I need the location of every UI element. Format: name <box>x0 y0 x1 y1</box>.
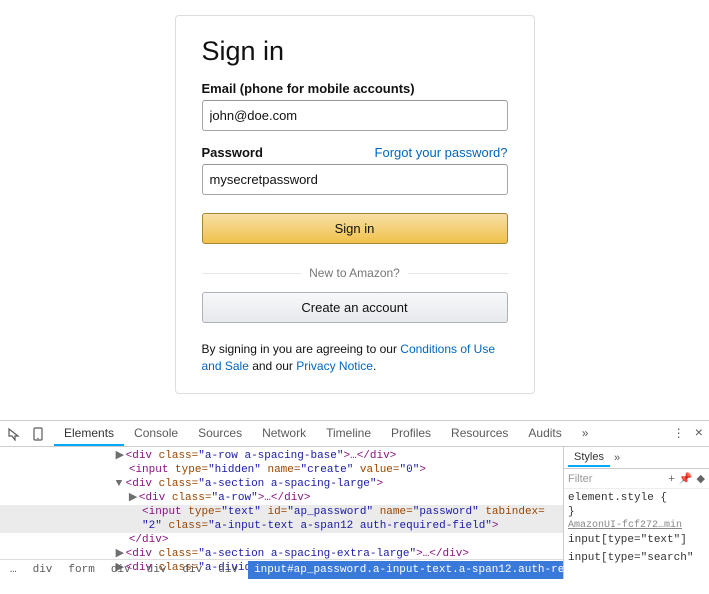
password-label: Password <box>202 145 263 160</box>
styles-tab[interactable]: Styles <box>568 449 610 467</box>
password-input[interactable] <box>202 164 508 195</box>
signin-button[interactable]: Sign in <box>202 213 508 244</box>
email-label: Email (phone for mobile accounts) <box>202 81 508 96</box>
signin-title: Sign in <box>202 36 508 67</box>
email-input[interactable] <box>202 100 508 131</box>
dom-line[interactable]: </div> <box>0 533 563 547</box>
tab-timeline[interactable]: Timeline <box>316 422 381 446</box>
password-label-row: Password Forgot your password? <box>202 145 508 164</box>
stylesheet-source[interactable]: AmazonUI-fcf272…min <box>568 519 705 533</box>
forgot-password-link[interactable]: Forgot your password? <box>375 145 508 160</box>
tabs-overflow-icon[interactable]: » <box>572 422 599 446</box>
tab-audits[interactable]: Audits <box>518 422 571 446</box>
tab-sources[interactable]: Sources <box>188 422 252 446</box>
tab-resources[interactable]: Resources <box>441 422 518 446</box>
styles-panel: Styles » Filter + 📌 ◆ element.style { } … <box>563 447 709 579</box>
inspect-icon[interactable] <box>6 426 22 442</box>
tab-elements[interactable]: Elements <box>54 422 124 446</box>
diamond-icon[interactable]: ◆ <box>697 472 705 485</box>
crumb[interactable]: div <box>105 561 137 579</box>
tab-console[interactable]: Console <box>124 422 188 446</box>
crumb[interactable]: div <box>27 561 59 579</box>
styles-rules[interactable]: element.style { } AmazonUI-fcf272…min in… <box>564 489 709 567</box>
kebab-icon[interactable]: ⋮ <box>673 426 685 441</box>
crumb[interactable]: … <box>4 561 23 579</box>
legal-suffix: . <box>373 359 376 373</box>
device-icon[interactable] <box>30 426 46 442</box>
pin-icon[interactable]: 📌 <box>679 472 693 485</box>
crumb[interactable]: div <box>212 561 244 579</box>
crumb[interactable]: div <box>141 561 173 579</box>
crumb[interactable]: div <box>176 561 208 579</box>
legal-text: By signing in you are agreeing to our Co… <box>202 341 508 375</box>
tab-network[interactable]: Network <box>252 422 316 446</box>
style-rule[interactable]: input[type="search" <box>568 547 705 565</box>
styles-tabs: Styles » <box>564 447 709 469</box>
devtools-tabs: Elements Console Sources Network Timelin… <box>54 422 598 446</box>
dom-line-selected[interactable]: "2" class="a-input-text a-span12 auth-re… <box>0 519 563 533</box>
filter-input[interactable]: Filter <box>568 473 664 485</box>
dom-line-selected[interactable]: <input type="text" id="ap_password" name… <box>0 505 563 519</box>
devtools-toolbar: Elements Console Sources Network Timelin… <box>0 421 709 447</box>
styles-overflow-icon[interactable]: » <box>614 452 620 464</box>
legal-mid: and our <box>249 359 296 373</box>
style-rule[interactable]: element.style { <box>568 491 705 505</box>
devtools: Elements Console Sources Network Timelin… <box>0 420 709 579</box>
tab-profiles[interactable]: Profiles <box>381 422 441 446</box>
dom-panel[interactable]: ▶<div class="a-row a-spacing-base">…</di… <box>0 447 563 579</box>
dom-line[interactable]: <input type="hidden" name="create" value… <box>0 463 563 477</box>
style-rule[interactable]: } <box>568 505 705 519</box>
divider: New to Amazon? <box>202 266 508 280</box>
style-rule[interactable]: input[type="text"] <box>568 533 705 547</box>
styles-filter: Filter + 📌 ◆ <box>564 469 709 489</box>
plus-icon[interactable]: + <box>668 473 674 485</box>
crumb-selected[interactable]: input#ap_password.a-input-text.a-span12.… <box>248 561 563 579</box>
devtools-toolbar-right: ⋮ × <box>673 426 703 442</box>
devtools-body: ▶<div class="a-row a-spacing-base">…</di… <box>0 447 709 579</box>
dom-line[interactable]: ▶<div class="a-row a-spacing-base">…</di… <box>0 449 563 463</box>
dom-breadcrumb: … div form div div div div input#ap_pass… <box>0 559 563 579</box>
signin-card: Sign in Email (phone for mobile accounts… <box>175 15 535 394</box>
divider-text: New to Amazon? <box>301 266 408 280</box>
dom-line[interactable]: ▶<div class="a-row">…</div> <box>0 491 563 505</box>
legal-prefix: By signing in you are agreeing to our <box>202 342 401 356</box>
close-icon[interactable]: × <box>695 426 703 442</box>
crumb[interactable]: form <box>62 561 100 579</box>
privacy-link[interactable]: Privacy Notice <box>296 359 373 373</box>
create-account-button[interactable]: Create an account <box>202 292 508 323</box>
dom-line[interactable]: ▼<div class="a-section a-spacing-large"> <box>0 477 563 491</box>
